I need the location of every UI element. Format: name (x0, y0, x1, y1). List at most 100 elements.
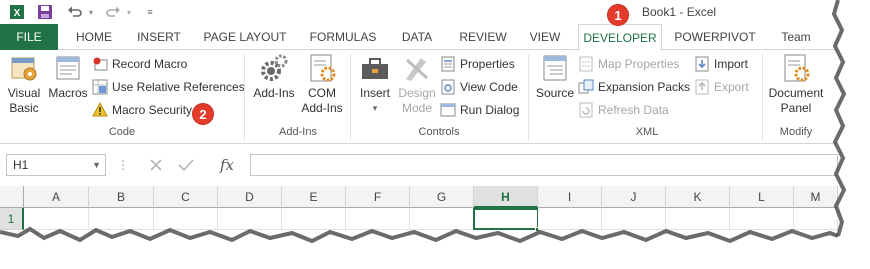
use-relative-references-button[interactable]: Use Relative References (92, 77, 245, 97)
column-header-i[interactable]: I (538, 186, 602, 208)
ribbon-tabs: FILE HOME INSERT PAGE LAYOUT FORMULAS DA… (0, 24, 838, 51)
warning-icon (92, 102, 108, 118)
active-cell-h1[interactable] (473, 208, 539, 230)
tab-team[interactable]: Team (772, 24, 820, 50)
tab-page-layout[interactable]: PAGE LAYOUT (198, 24, 292, 50)
visual-basic-icon (11, 57, 37, 81)
expansion-packs-icon (578, 79, 594, 95)
com-add-ins-button[interactable]: COM Add-Ins (298, 52, 346, 116)
row-header-1[interactable]: 1 (0, 208, 24, 230)
column-header-b[interactable]: B (89, 186, 154, 208)
column-header-m[interactable]: M (794, 186, 838, 208)
cell-e1[interactable] (282, 208, 346, 230)
select-all-corner[interactable] (0, 186, 24, 208)
tab-review[interactable]: REVIEW (452, 24, 514, 50)
column-header-g[interactable]: G (410, 186, 474, 208)
document-panel-button[interactable]: Document Panel (764, 52, 828, 116)
com-add-ins-label-2: Add-Ins (301, 101, 343, 115)
name-box[interactable]: H1 ▼ (6, 154, 106, 176)
tab-formulas[interactable]: FORMULAS (304, 24, 382, 50)
design-mode-label-1: Design (398, 86, 436, 100)
save-icon[interactable] (36, 3, 54, 21)
expansion-packs-label: Expansion Packs (598, 80, 691, 94)
undo-dropdown-icon[interactable]: ▾ (86, 3, 96, 21)
insert-controls-button[interactable]: Insert ▾ (354, 52, 396, 116)
cell-m1[interactable] (794, 208, 838, 230)
add-ins-button[interactable]: Add-Ins (250, 52, 298, 101)
export-icon (694, 79, 710, 95)
tab-powerpivot[interactable]: POWERPIVOT (672, 24, 758, 50)
name-box-dropdown-icon[interactable]: ▼ (92, 155, 101, 175)
map-properties-button[interactable]: Map Properties (578, 54, 679, 74)
insert-function-icon[interactable]: fx (214, 154, 240, 176)
cell-c1[interactable] (154, 208, 218, 230)
cell-i1[interactable] (538, 208, 602, 230)
column-header-f[interactable]: F (346, 186, 410, 208)
visual-basic-button[interactable]: Visual Basic (4, 52, 44, 116)
insert-controls-label: Insert (359, 86, 390, 100)
record-macro-label: Record Macro (112, 57, 188, 71)
record-macro-icon (92, 56, 108, 72)
cell-b1[interactable] (89, 208, 154, 230)
tab-view[interactable]: VIEW (524, 24, 566, 50)
column-header-j[interactable]: J (602, 186, 666, 208)
tab-data[interactable]: DATA (394, 24, 440, 50)
add-ins-label: Add-Ins (253, 86, 295, 100)
callout-badge-1: 1 (607, 4, 629, 26)
formula-input[interactable] (250, 154, 838, 176)
title-bar: X ▾ ▾ ≡ Book1 - Excel (0, 0, 838, 24)
export-button[interactable]: Export (694, 77, 749, 97)
redo-dropdown-icon[interactable]: ▾ (124, 3, 134, 21)
column-header-k[interactable]: K (666, 186, 730, 208)
column-header-h[interactable]: H (474, 186, 538, 208)
redo-icon[interactable] (104, 3, 122, 21)
column-header-d[interactable]: D (218, 186, 282, 208)
tab-file[interactable]: FILE (0, 24, 58, 50)
cell-l1[interactable] (730, 208, 794, 230)
design-mode-button[interactable]: Design Mode (396, 52, 438, 116)
cell-k1[interactable] (666, 208, 730, 230)
column-header-a[interactable]: A (24, 186, 89, 208)
group-separator (350, 54, 351, 140)
column-header-c[interactable]: C (154, 186, 218, 208)
code-group-label: Code (108, 126, 136, 138)
group-separator (528, 54, 529, 140)
customize-qat-icon[interactable]: ≡ (144, 3, 156, 21)
refresh-data-button[interactable]: Refresh Data (578, 100, 669, 120)
cell-f1[interactable] (346, 208, 410, 230)
macro-security-button[interactable]: Macro Security (92, 100, 192, 120)
undo-icon[interactable] (66, 3, 84, 21)
source-button[interactable]: Source (534, 52, 576, 101)
ribbon-developer: Visual Basic Macros Record Macro 2 Use R… (0, 50, 838, 144)
name-box-value: H1 (13, 158, 29, 172)
properties-button[interactable]: Properties (440, 54, 515, 74)
relative-references-icon (92, 79, 108, 95)
tab-developer[interactable]: DEVELOPER (578, 24, 662, 51)
view-code-button[interactable]: View Code (440, 77, 518, 97)
design-mode-icon (405, 58, 429, 81)
tab-insert[interactable]: INSERT (132, 24, 186, 50)
run-dialog-icon (440, 102, 456, 118)
excel-icon[interactable]: X (8, 3, 26, 21)
cell-a1[interactable] (24, 208, 89, 230)
macros-label: Macros (48, 86, 88, 100)
toolbox-icon (362, 58, 388, 79)
enter-check-icon[interactable] (174, 154, 198, 176)
xml-group-label: XML (635, 126, 659, 138)
expansion-packs-button[interactable]: Expansion Packs (578, 77, 690, 97)
macros-button[interactable]: Macros (46, 52, 90, 101)
tab-home[interactable]: HOME (68, 24, 120, 50)
record-macro-button[interactable]: Record Macro (92, 54, 187, 74)
gear-icon (261, 54, 288, 81)
import-icon (694, 56, 710, 72)
formula-bar-splitter-icon[interactable]: ⋮ (116, 154, 130, 176)
import-button[interactable]: Import (694, 54, 748, 74)
cell-d1[interactable] (218, 208, 282, 230)
svg-text:X: X (14, 8, 21, 19)
cell-g1[interactable] (410, 208, 474, 230)
run-dialog-button[interactable]: Run Dialog (440, 100, 519, 120)
column-header-l[interactable]: L (730, 186, 794, 208)
cancel-icon[interactable] (144, 154, 168, 176)
cell-j1[interactable] (602, 208, 666, 230)
column-header-e[interactable]: E (282, 186, 346, 208)
